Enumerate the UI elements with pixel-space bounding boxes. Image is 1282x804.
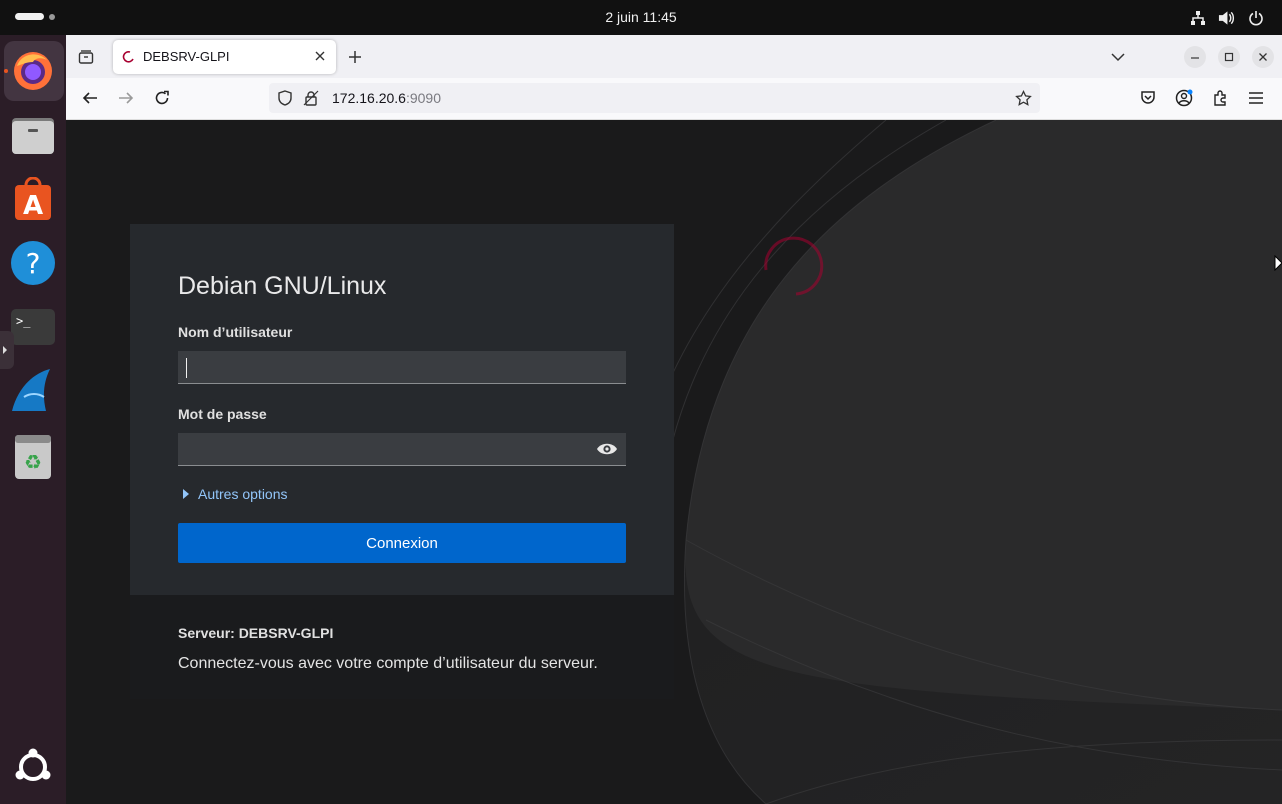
login-button[interactable]: Connexion [178,523,626,563]
url-text: 172.16.20.6:9090 [332,90,441,106]
navigation-toolbar: 172.16.20.6:9090 [66,78,1282,120]
reload-icon [155,90,169,105]
back-button[interactable] [76,84,104,112]
hamburger-icon [1249,92,1263,104]
username-label: Nom d’utilisateur [178,324,293,340]
close-icon [1252,46,1274,68]
svg-text:>_: >_ [16,314,31,328]
pocket-button[interactable] [1134,84,1162,112]
svg-text:♻: ♻ [24,450,42,474]
svg-text:?: ? [26,247,41,280]
tab-bar: DEBSRV-GLPI [66,35,1282,78]
dock-wireshark[interactable] [10,367,56,413]
dock-terminal[interactable]: >_ [10,304,56,350]
site-info-button[interactable] [297,84,325,112]
login-footer: Serveur: DEBSRV-GLPI Connectez-vous avec… [130,595,674,699]
other-options-label: Autres options [198,486,288,502]
url-host: 172.16.20.6 [332,90,406,106]
server-name: Serveur: DEBSRV-GLPI [178,625,334,641]
clock[interactable]: 2 juin 11:45 [0,9,1282,25]
help-icon: ? [11,241,55,285]
wireshark-icon [12,369,50,411]
arrow-left-icon [82,92,97,104]
dock-app-center[interactable]: A [10,176,56,222]
dock-expand-handle[interactable] [0,331,14,369]
close-window-button[interactable] [1249,43,1277,71]
username-input[interactable] [178,351,626,384]
plus-icon [349,51,361,63]
minimize-button[interactable] [1181,43,1209,71]
maximize-button[interactable] [1215,43,1243,71]
address-bar[interactable]: 172.16.20.6:9090 [269,83,1040,113]
list-all-tabs-button[interactable] [1104,43,1132,71]
puzzle-icon [1214,90,1226,106]
tab-title: DEBSRV-GLPI [143,49,230,64]
debian-favicon-icon [122,50,134,63]
minimize-icon [1184,46,1206,68]
tab-active[interactable]: DEBSRV-GLPI [113,40,336,74]
menu-button[interactable] [1242,84,1270,112]
lock-warning-icon [303,90,319,106]
dock-firefox[interactable] [10,47,56,93]
volume-icon[interactable] [1218,9,1235,26]
show-password-icon[interactable] [596,440,618,458]
firefox-view-icon [78,50,94,64]
star-icon [1014,89,1032,106]
arrow-right-icon [119,92,134,104]
terminal-icon: >_ [11,309,55,345]
firefox-view-button[interactable] [72,43,100,71]
text-caret [186,358,187,378]
password-input[interactable] [178,433,626,466]
url-port: :9090 [405,90,442,106]
firefox-window: DEBSRV-GLPI 172.16.20.6:9090 Debian GNU/… [66,35,1282,804]
ubuntu-apps-icon [15,748,51,781]
files-icon [12,118,54,154]
bookmark-button[interactable] [1009,84,1037,112]
system-top-bar: 2 juin 11:45 [0,0,1282,35]
login-panel: Debian GNU/Linux Nom d’utilisateur Mot d… [130,224,674,595]
shield-icon [278,90,292,106]
dock: A ? >_ ♻ [0,35,66,804]
page-content: Debian GNU/Linux Nom d’utilisateur Mot d… [66,120,1282,804]
close-icon [315,51,325,61]
power-icon[interactable] [1247,9,1264,26]
network-icon[interactable] [1189,9,1206,26]
login-hint: Connectez-vous avec votre compte d’utili… [178,655,598,672]
brand-title: Debian GNU/Linux [178,272,387,300]
svg-text:A: A [23,191,43,221]
tab-close-button[interactable] [310,46,330,66]
dock-trash[interactable]: ♻ [10,434,56,480]
tracking-protection-button[interactable] [271,84,299,112]
trash-icon: ♻ [15,435,51,479]
reload-button[interactable] [148,84,176,112]
account-button[interactable] [1170,84,1198,112]
pocket-icon [1141,91,1155,104]
firefox-icon [14,52,52,90]
dock-files[interactable] [10,112,56,158]
extensions-button[interactable] [1206,84,1234,112]
mouse-cursor-icon [1274,255,1282,271]
app-center-icon: A [15,177,51,221]
system-tray[interactable] [1189,9,1264,26]
forward-button[interactable] [112,84,140,112]
password-label: Mot de passe [178,406,267,422]
new-tab-button[interactable] [341,43,369,71]
show-apps-button[interactable] [10,744,56,790]
running-indicator [4,69,8,73]
other-options-toggle[interactable]: Autres options [182,486,288,502]
dock-help[interactable]: ? [10,240,56,286]
chevron-down-icon [1111,53,1125,62]
account-icon [1175,89,1193,107]
restore-icon [1218,46,1240,68]
caret-right-icon [183,489,189,499]
